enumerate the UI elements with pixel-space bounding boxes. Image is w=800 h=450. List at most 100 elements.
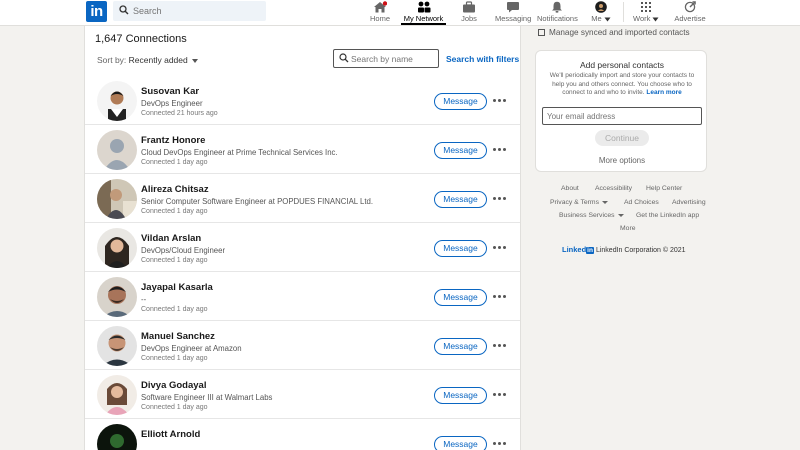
connection-row: Jayapal Kasarla -- Connected 1 day ago M… — [85, 272, 520, 321]
nav-notifications[interactable]: Notifications — [537, 0, 578, 25]
avatar[interactable] — [97, 424, 137, 450]
search-icon — [339, 53, 349, 63]
linkedin-wordmark: Linked — [562, 245, 587, 254]
global-search[interactable] — [113, 1, 266, 21]
message-button[interactable]: Message — [434, 142, 487, 159]
email-field[interactable] — [542, 107, 702, 125]
nav-my-network[interactable]: My Network — [401, 0, 446, 25]
footer-about-link[interactable]: About — [561, 185, 579, 192]
avatar[interactable] — [97, 130, 137, 170]
nav-home-label: Home — [369, 14, 390, 23]
message-button[interactable]: Message — [434, 338, 487, 355]
grid-icon — [641, 2, 651, 12]
avatar[interactable] — [97, 228, 137, 268]
more-options-link[interactable]: More options — [536, 156, 708, 165]
caret-down-icon — [601, 200, 608, 204]
connected-time: Connected 1 day ago — [141, 355, 208, 362]
nav-messaging[interactable]: Messaging — [495, 0, 531, 25]
learn-more-link[interactable]: Learn more — [646, 89, 681, 96]
linkedin-logo[interactable]: in — [86, 1, 107, 22]
contacts-book-icon — [538, 29, 545, 36]
footer-more-link[interactable]: More — [620, 225, 636, 232]
connected-time: Connected 1 day ago — [141, 159, 208, 166]
message-button[interactable]: Message — [434, 436, 487, 450]
more-options-icon[interactable] — [493, 193, 507, 203]
sort-dropdown[interactable]: Sort by: Recently added — [97, 55, 198, 65]
profile-photo — [97, 326, 137, 366]
message-button[interactable]: Message — [434, 191, 487, 208]
more-options-icon[interactable] — [493, 438, 507, 448]
footer-privacy-terms-link[interactable]: Privacy & Terms — [550, 199, 608, 206]
continue-button[interactable]: Continue — [595, 130, 649, 146]
nav-work[interactable]: Work — [633, 0, 659, 25]
connected-time: Connected 1 day ago — [141, 257, 208, 264]
caret-down-icon — [191, 58, 198, 63]
footer-brand: Linkedin LinkedIn Corporation © 2021 — [562, 245, 686, 254]
add-contacts-description: We'll periodically import and store your… — [549, 72, 695, 96]
caret-down-icon — [617, 213, 624, 217]
footer-accessibility-link[interactable]: Accessibility — [595, 185, 632, 192]
connection-name[interactable]: Alireza Chitsaz — [141, 184, 209, 195]
nav-jobs[interactable]: Jobs — [458, 0, 480, 25]
search-with-filters-link[interactable]: Search with filters — [446, 54, 519, 64]
nav-jobs-label: Jobs — [461, 14, 477, 23]
connection-row: Susovan Kar DevOps Engineer Connected 21… — [85, 76, 520, 125]
footer-help-center-link[interactable]: Help Center — [646, 185, 682, 192]
top-nav-bar: in Home My Network Jobs Messaging — [0, 0, 800, 26]
connection-row: Elliott Arnold Message — [85, 419, 520, 450]
connection-name[interactable]: Manuel Sanchez — [141, 331, 215, 342]
footer-ad-choices-link[interactable]: Ad Choices — [624, 199, 659, 206]
footer-get-app-link[interactable]: Get the LinkedIn app — [636, 212, 699, 219]
connection-name[interactable]: Susovan Kar — [141, 86, 199, 97]
connection-name[interactable]: Jayapal Kasarla — [141, 282, 213, 293]
profile-photo — [97, 81, 137, 121]
manage-contacts-link[interactable]: Manage synced and imported contacts — [538, 28, 690, 37]
more-options-icon[interactable] — [493, 242, 507, 252]
message-button[interactable]: Message — [434, 387, 487, 404]
global-search-input[interactable] — [133, 1, 263, 21]
nav-me[interactable]: Me — [590, 0, 612, 25]
default-avatar-icon — [97, 130, 137, 170]
nav-my-network-label: My Network — [403, 14, 444, 23]
bell-icon — [552, 1, 562, 13]
more-options-icon[interactable] — [493, 340, 507, 350]
avatar[interactable] — [97, 179, 137, 219]
more-options-icon[interactable] — [493, 95, 507, 105]
connection-row: Vildan Arslan DevOps/Cloud Engineer Conn… — [85, 223, 520, 272]
chevron-down-icon — [652, 17, 659, 22]
add-contacts-card: Add personal contacts We'll periodically… — [535, 50, 707, 172]
nav-advertise-label: Advertise — [674, 14, 706, 23]
connection-row: Divya Godayal Software Engineer III at W… — [85, 370, 520, 419]
connection-row: Frantz Honore Cloud DevOps Engineer at P… — [85, 125, 520, 174]
message-button[interactable]: Message — [434, 289, 487, 306]
network-icon — [417, 1, 430, 13]
nav-notifications-label: Notifications — [537, 14, 578, 23]
sort-value: Recently added — [128, 55, 188, 65]
footer-advertising-link[interactable]: Advertising — [672, 199, 706, 206]
connections-search-input[interactable] — [351, 50, 437, 67]
more-options-icon[interactable] — [493, 389, 507, 399]
profile-photo — [97, 179, 137, 219]
connections-search[interactable] — [333, 49, 439, 68]
message-button[interactable]: Message — [434, 93, 487, 110]
nav-work-label: Work — [633, 14, 659, 23]
avatar[interactable] — [97, 81, 137, 121]
connection-name[interactable]: Frantz Honore — [141, 135, 205, 146]
nav-home[interactable]: Home — [367, 0, 393, 25]
more-options-icon[interactable] — [493, 291, 507, 301]
connection-headline: Software Engineer III at Walmart Labs — [141, 393, 273, 402]
connection-name[interactable]: Divya Godayal — [141, 380, 206, 391]
connection-headline: DevOps Engineer — [141, 99, 203, 108]
chevron-down-icon — [604, 17, 611, 22]
connection-name[interactable]: Elliott Arnold — [141, 429, 200, 440]
connections-card: 1,647 Connections Sort by: Recently adde… — [84, 26, 521, 450]
connection-name[interactable]: Vildan Arslan — [141, 233, 201, 244]
nav-advertise[interactable]: Advertise — [673, 0, 707, 25]
avatar[interactable] — [97, 375, 137, 415]
more-options-icon[interactable] — [493, 144, 507, 154]
avatar[interactable] — [97, 326, 137, 366]
avatar[interactable] — [97, 277, 137, 317]
connection-headline: DevOps/Cloud Engineer — [141, 246, 226, 255]
footer-business-services-link[interactable]: Business Services — [559, 212, 624, 219]
message-button[interactable]: Message — [434, 240, 487, 257]
